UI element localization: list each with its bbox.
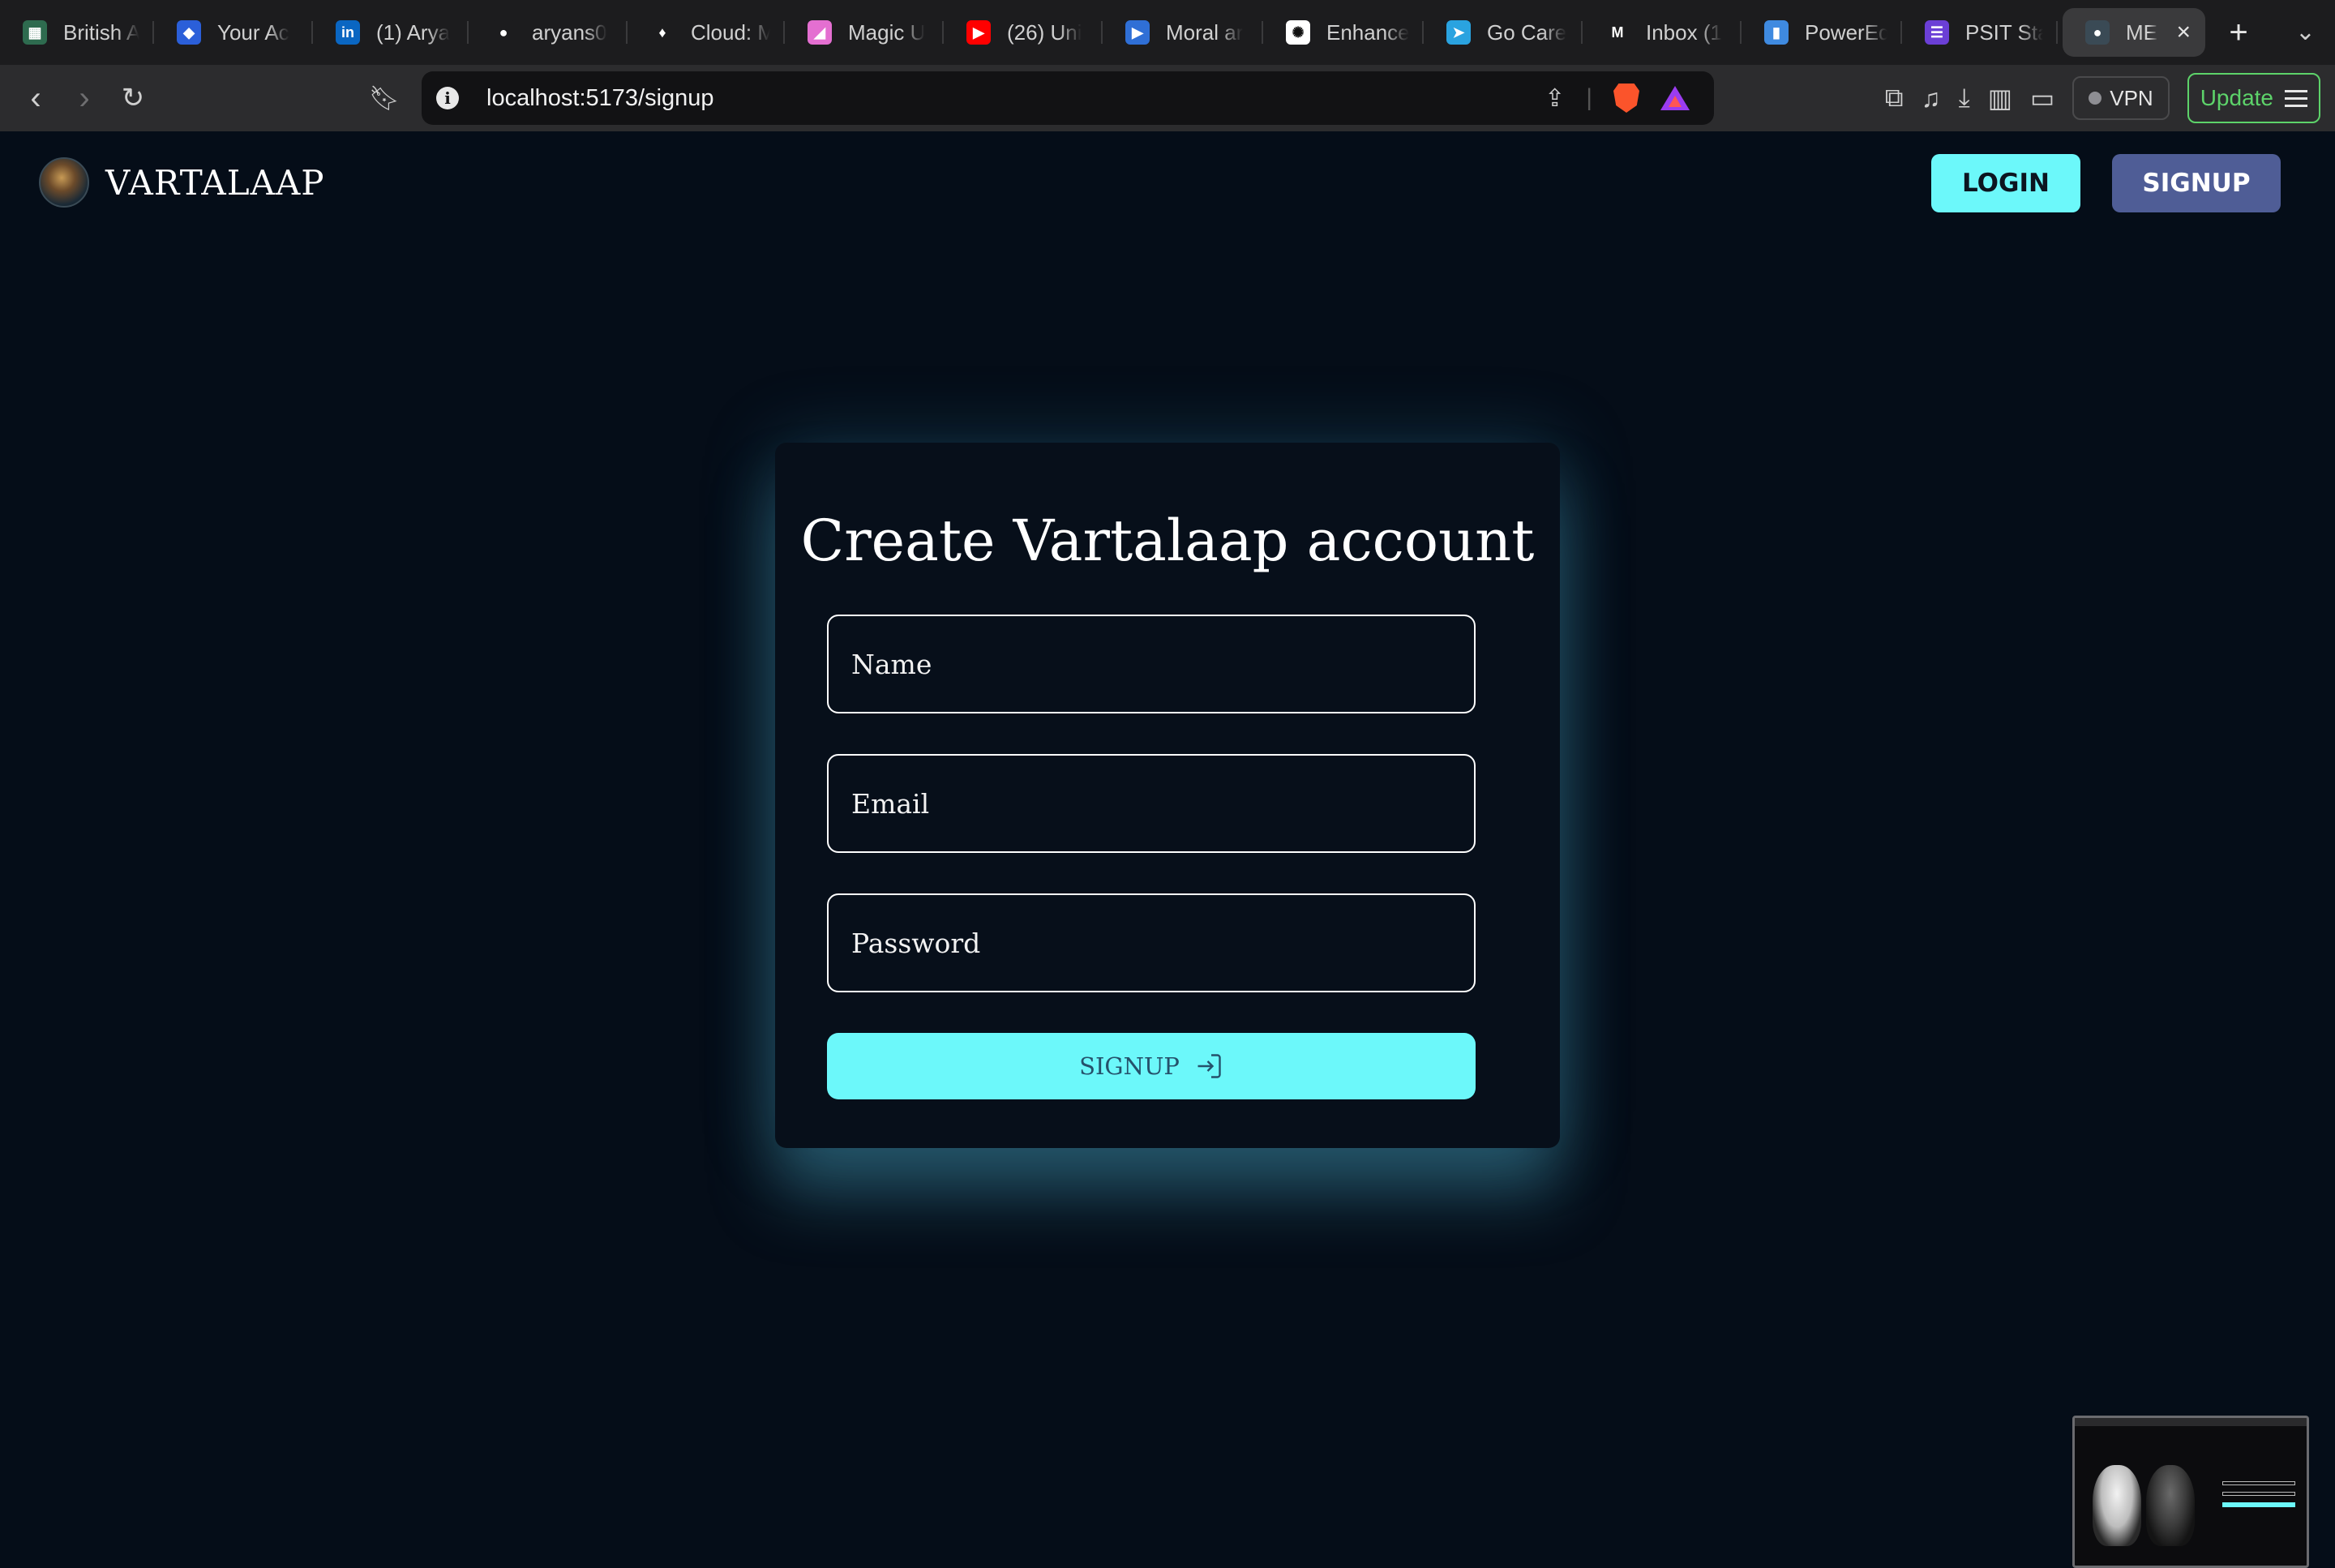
page-preview-thumbnail[interactable] (2072, 1416, 2309, 1568)
signup-submit-label: SIGNUP (1079, 1052, 1180, 1080)
logo-avatar-icon (39, 157, 89, 208)
telegram-icon: ➤ (1446, 20, 1471, 45)
browser-tab[interactable]: ▶ Moral ar (1103, 8, 1263, 57)
vpn-button[interactable]: VPN (2072, 76, 2170, 120)
tab-title: PowerEd (1805, 19, 1887, 45)
list-icon: ☰ (1925, 20, 1949, 45)
wallet-icon[interactable]: ▭ (2030, 83, 2054, 114)
browser-tab[interactable]: ▮ PowerEd (1742, 8, 1902, 57)
mongodb-leaf-icon: ♦ (650, 20, 675, 45)
brave-shields-icon[interactable] (1613, 84, 1639, 113)
browser-tab[interactable]: ◢ Magic U (785, 8, 944, 57)
forward-icon[interactable]: › (60, 74, 109, 122)
gmail-icon: M (1605, 20, 1630, 45)
back-icon[interactable]: ‹ (11, 74, 60, 122)
browser-tab[interactable]: ▦ British A (0, 8, 154, 57)
login-button[interactable]: LOGIN (1931, 154, 2080, 212)
browser-tab[interactable]: in (1) Arya (313, 8, 469, 57)
extensions-icon[interactable]: ⧉ (1885, 83, 1904, 114)
youtube-icon: ▶ (966, 20, 991, 45)
reload-icon[interactable]: ↻ (109, 74, 157, 122)
thumbnail-toolbar (2075, 1418, 2307, 1426)
tab-title: (26) Uni (1007, 19, 1082, 45)
update-button[interactable]: Update (2187, 73, 2320, 123)
browser-tab[interactable]: ➤ Go Care (1424, 8, 1583, 57)
browser-toolbar: ‹ › ↻ 🔖︎ i localhost:5173/signup ⇪ | ⧉ ♫… (0, 65, 2335, 131)
new-tab-button[interactable]: + (2210, 8, 2267, 57)
browser-tab[interactable]: ● aryans0 (469, 8, 628, 57)
brand[interactable]: VARTALAAP (39, 157, 325, 208)
browser-tab[interactable]: ☰ PSIT Sta (1902, 8, 2058, 57)
browser-tab[interactable]: ◆ Your Ac (154, 8, 313, 57)
tab-title: aryans0 (532, 19, 607, 45)
divider: | (1586, 84, 1592, 111)
tab-title: Go Care (1487, 19, 1567, 45)
page-viewport: VARTALAAP LOGIN SIGNUP Create Vartalaap … (0, 131, 2335, 1568)
tab-title: British A (63, 19, 139, 45)
menu-icon (2285, 89, 2307, 107)
tab-title: Cloud: M (691, 19, 770, 45)
brave-rewards-icon[interactable] (1660, 86, 1690, 110)
tab-title: (1) Arya (376, 19, 451, 45)
tab-strip: ▦ British A ◆ Your Ac in (1) Arya ● aryans0 ♦ Clo… (0, 0, 2210, 65)
signup-submit-button[interactable]: SIGNUP (827, 1033, 1476, 1099)
browser-tab[interactable]: ♦ Cloud: M (628, 8, 785, 57)
tab-title: Inbox (1 (1646, 19, 1722, 45)
site-info-icon[interactable]: i (436, 87, 459, 109)
vpn-status-icon (2089, 92, 2102, 105)
thumbnail-login-form (2222, 1481, 2295, 1533)
signup-nav-button[interactable]: SIGNUP (2112, 154, 2281, 212)
tab-title: PSIT Sta (1965, 19, 2043, 45)
grid-icon: ▦ (23, 20, 47, 45)
vpn-label: VPN (2110, 85, 2153, 110)
email-input[interactable] (827, 754, 1476, 853)
tab-title: Your Ac (217, 19, 289, 45)
signup-card: Create Vartalaap account SIGNUP (775, 443, 1560, 1148)
browser-tab[interactable]: ● MER × (2063, 8, 2205, 57)
name-input[interactable] (827, 615, 1476, 713)
address-bar-tools: ⇪ | (1545, 71, 1690, 125)
tab-title: MER (2126, 19, 2158, 45)
diamond-icon: ◆ (177, 20, 201, 45)
url-text[interactable]: localhost:5173/signup (486, 85, 714, 112)
chatgpt-icon: ✺ (1286, 20, 1310, 45)
tab-title: Enhance (1326, 19, 1409, 45)
tab-title: Moral ar (1166, 19, 1244, 45)
password-input[interactable] (827, 893, 1476, 992)
browser-tab-bar: ▦ British A ◆ Your Ac in (1) Arya ● aryans0 ♦ Clo… (0, 0, 2335, 65)
login-arrow-icon (1197, 1054, 1221, 1078)
browser-tab[interactable]: ▶ (26) Uni (944, 8, 1103, 57)
poweredu-icon: ▮ (1764, 20, 1789, 45)
avatar-icon: ● (2085, 20, 2110, 45)
brand-name: VARTALAAP (105, 162, 325, 203)
share-icon[interactable]: ⇪ (1545, 84, 1565, 113)
browser-tab[interactable]: M Inbox (1 (1583, 8, 1742, 57)
music-icon[interactable]: ♫ (1922, 84, 1941, 114)
video-icon: ▶ (1125, 20, 1150, 45)
browser-tools: ⧉ ♫ ⤓ ▥ ▭ VPN Update (1885, 65, 2335, 131)
download-icon[interactable]: ⤓ (1959, 83, 1970, 114)
bookmark-icon[interactable]: 🔖︎ (360, 74, 409, 122)
close-tab-icon[interactable]: × (2176, 19, 2191, 46)
tab-list-chevron-icon[interactable]: ⌄ (2295, 18, 2316, 46)
dark-robot-head-image (2146, 1465, 2195, 1546)
browser-tab[interactable]: ✺ Enhance (1263, 8, 1424, 57)
form-title: Create Vartalaap account (800, 508, 1535, 574)
github-icon: ● (491, 20, 516, 45)
white-robot-head-image (2093, 1465, 2141, 1546)
sidebar-icon[interactable]: ▥ (1988, 83, 2012, 114)
tab-title: Magic U (848, 19, 926, 45)
linkedin-icon: in (336, 20, 360, 45)
update-label: Update (2200, 85, 2273, 110)
address-bar[interactable]: i localhost:5173/signup ⇪ | (422, 71, 1714, 125)
magic-ui-icon: ◢ (808, 20, 832, 45)
